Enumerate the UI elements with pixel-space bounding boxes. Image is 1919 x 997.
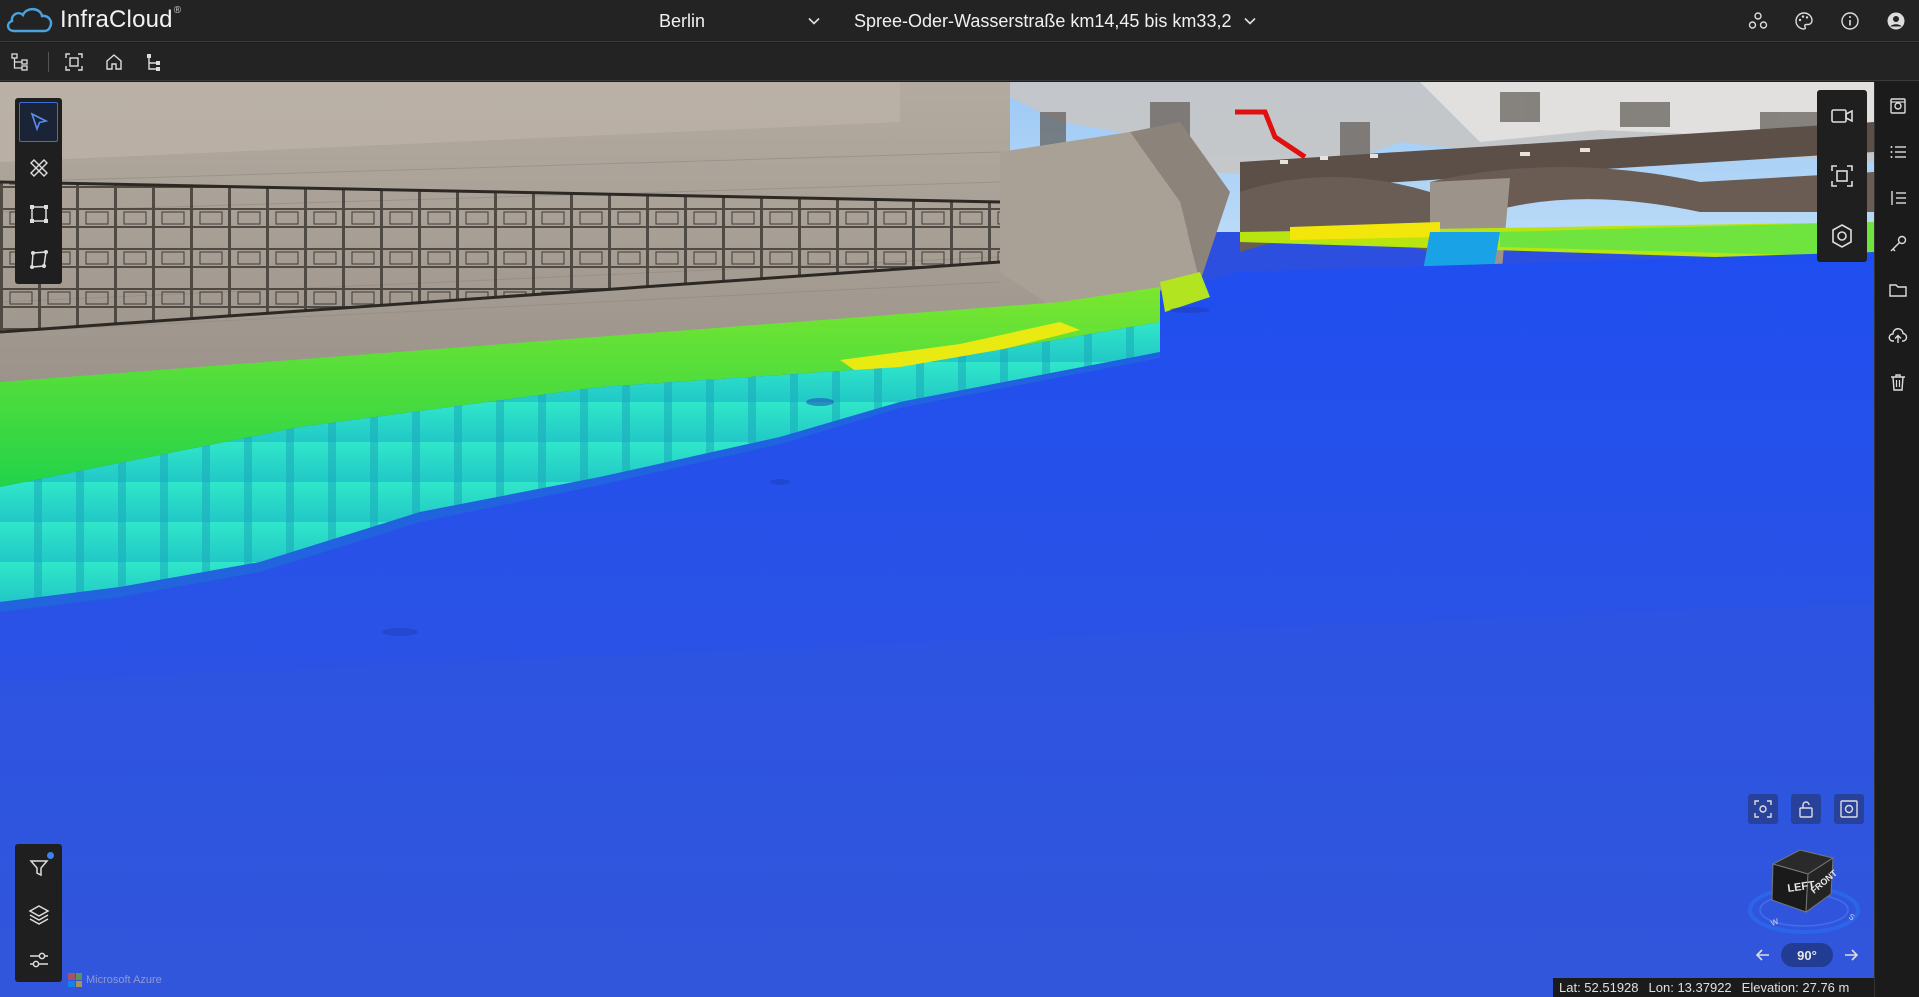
navigation-cube[interactable]: LEFT FRONT W S	[1748, 842, 1866, 940]
layers-icon	[27, 905, 50, 925]
city-selector-value: Berlin	[659, 10, 706, 31]
rotate-left-button[interactable]	[1748, 940, 1778, 970]
lock-open-icon	[1799, 801, 1813, 818]
point-cloud-scene	[0, 82, 1874, 997]
key-icon	[1890, 235, 1907, 252]
video-camera-icon	[1831, 109, 1853, 123]
rotation-controls: 90°	[1748, 940, 1866, 970]
collaboration-icon	[1748, 12, 1768, 29]
snapshot-button[interactable]	[1834, 794, 1864, 824]
latitude-readout: Lat: 52.51928	[1559, 980, 1639, 995]
filter-active-indicator	[47, 852, 54, 859]
upload-cloud-icon	[1888, 328, 1908, 343]
lock-view-button[interactable]	[1791, 794, 1821, 824]
list-button[interactable]	[1884, 138, 1912, 166]
upload-button[interactable]	[1884, 322, 1912, 350]
compass-marker: W	[1770, 917, 1781, 928]
tools-button[interactable]	[1884, 230, 1912, 258]
collaboration-button[interactable]	[1745, 8, 1771, 34]
ordered-list-button[interactable]	[1884, 184, 1912, 212]
home-button[interactable]	[100, 49, 128, 75]
focus-target-button[interactable]	[1748, 794, 1778, 824]
focus-target-icon	[1754, 800, 1772, 818]
arrow-right-icon	[1845, 949, 1859, 961]
longitude-readout: Lon: 13.37922	[1648, 980, 1732, 995]
chevron-down-icon	[1244, 17, 1257, 25]
info-button[interactable]	[1837, 8, 1863, 34]
view-controls-toolbar	[15, 844, 62, 982]
model-tree-button[interactable]	[6, 49, 34, 75]
settings-button[interactable]	[19, 940, 58, 980]
properties-icon	[1890, 98, 1906, 114]
home-icon	[106, 54, 122, 70]
select-tool-button[interactable]	[19, 102, 58, 142]
folder-button[interactable]	[1884, 276, 1912, 304]
tree-structure-icon	[11, 53, 28, 71]
measure-toolbar	[15, 98, 62, 284]
fit-view-icon	[65, 53, 83, 71]
select-icon	[30, 112, 48, 132]
folder-icon	[1889, 284, 1907, 297]
attribution-text: Microsoft Azure	[86, 974, 162, 986]
fit-view-button[interactable]	[60, 49, 88, 75]
top-bar: InfraCloud ® Berlin Spree-Oder-Wasserstr…	[0, 0, 1919, 42]
app-logo[interactable]: InfraCloud ®	[4, 2, 181, 38]
coordinates-status-bar: Lat: 52.51928 Lon: 13.37922 Elevation: 2…	[1553, 978, 1874, 997]
measure-tool-button[interactable]	[19, 148, 58, 188]
list-icon	[1890, 146, 1906, 158]
header-actions	[1745, 0, 1909, 42]
polygon-icon	[29, 250, 48, 269]
theme-button[interactable]	[1791, 8, 1817, 34]
layers-button[interactable]	[19, 894, 58, 934]
toolbar-divider	[48, 52, 49, 72]
microsoft-logo-icon	[68, 973, 82, 987]
account-icon	[1887, 12, 1905, 30]
view-cube-icon: LEFT FRONT W S	[1748, 849, 1860, 934]
measure-tools-icon	[29, 159, 48, 177]
project-selector-value: Spree-Oder-Wasserstraße km14,45 bis km33…	[854, 10, 1232, 31]
city-selector[interactable]: Berlin	[659, 0, 821, 42]
hierarchy-icon	[147, 54, 160, 71]
hierarchy-button[interactable]	[140, 49, 168, 75]
account-button[interactable]	[1883, 8, 1909, 34]
elevation-readout: Elevation: 27.76 m	[1741, 980, 1850, 995]
filter-icon	[28, 860, 49, 877]
trash-icon	[1891, 374, 1905, 391]
focus-frame-button[interactable]	[1822, 154, 1862, 198]
chevron-down-icon	[808, 17, 820, 25]
info-icon	[1841, 12, 1859, 30]
area-tool-button[interactable]	[19, 194, 58, 234]
focus-frame-icon	[1831, 165, 1853, 187]
polygon-tool-button[interactable]	[19, 240, 58, 280]
snapshot-icon	[1840, 800, 1858, 818]
right-sidebar	[1874, 82, 1919, 997]
brand-name: InfraCloud	[60, 6, 173, 33]
map-attribution: Microsoft Azure	[68, 972, 162, 988]
arrow-left-icon	[1755, 949, 1769, 961]
camera-toolbar	[1817, 90, 1867, 262]
properties-button[interactable]	[1884, 92, 1912, 120]
cloud-logo-icon	[6, 7, 53, 33]
delete-button[interactable]	[1884, 368, 1912, 396]
secondary-toolbar	[0, 43, 1919, 81]
ordered-list-icon	[1891, 191, 1906, 205]
brand-registered-mark: ®	[173, 4, 182, 16]
pointcloud-icon	[1832, 224, 1852, 248]
filter-button[interactable]	[19, 848, 58, 888]
palette-icon	[1795, 12, 1813, 30]
3d-viewport[interactable]: Microsoft Azure	[0, 82, 1874, 997]
area-icon	[29, 205, 48, 223]
settings-sliders-icon	[29, 952, 48, 968]
project-selector[interactable]: Spree-Oder-Wasserstraße km14,45 bis km33…	[854, 0, 1257, 42]
camera-path-button[interactable]	[1822, 94, 1862, 138]
rotation-step-value[interactable]: 90°	[1781, 943, 1833, 967]
rotate-right-button[interactable]	[1836, 940, 1866, 970]
pointcloud-style-button[interactable]	[1822, 214, 1862, 258]
